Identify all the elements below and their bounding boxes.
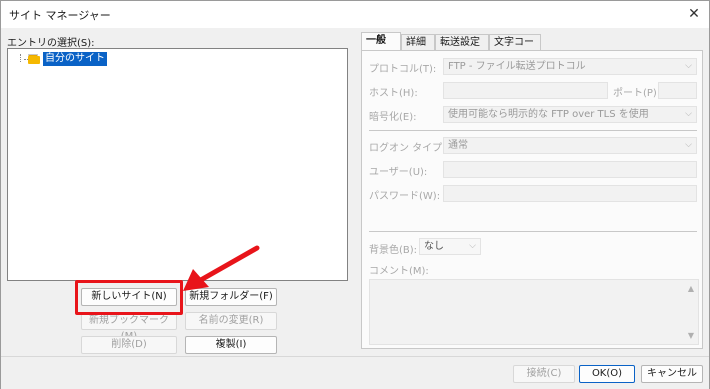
tab-advanced[interactable]: 詳細 <box>401 34 435 51</box>
window-title: サイト マネージャー <box>9 9 111 22</box>
tree-item-my-sites[interactable]: 自分のサイト <box>43 52 107 66</box>
rename-button[interactable]: 名前の変更(R) <box>185 312 277 330</box>
connect-button[interactable]: 接続(C) <box>513 365 575 383</box>
annotation-arrow-icon <box>183 245 260 291</box>
chevron-down-icon: ⌵ <box>685 140 692 150</box>
host-input[interactable] <box>443 82 608 99</box>
user-input[interactable] <box>443 161 697 178</box>
delete-button[interactable]: 削除(D) <box>81 336 177 354</box>
site-manager-window: サイト マネージャー ✕ エントリの選択(S): 自分のサイト 新しいサイト(N… <box>0 0 710 389</box>
port-label: ポート(P): <box>613 88 661 99</box>
comment-textarea[interactable]: ▲ ▼ <box>369 279 699 345</box>
password-label: パスワード(W): <box>369 191 441 202</box>
folder-icon <box>28 54 40 64</box>
tab-general[interactable]: 一般 <box>361 32 401 51</box>
protocol-select[interactable]: FTP - ファイル転送プロトコル ⌵ <box>443 58 697 75</box>
site-tree[interactable]: 自分のサイト <box>7 48 348 281</box>
scroll-up-icon[interactable]: ▲ <box>688 284 694 293</box>
cancel-button[interactable]: キャンセル <box>641 365 703 383</box>
duplicate-button[interactable]: 複製(I) <box>185 336 277 354</box>
host-label: ホスト(H): <box>369 88 418 99</box>
annotation-highlight-box <box>75 280 183 315</box>
password-input[interactable] <box>443 185 697 202</box>
encryption-value: 使用可能なら明示的な FTP over TLS を使用 <box>448 109 649 120</box>
close-icon[interactable]: ✕ <box>683 3 705 25</box>
entry-select-label: エントリの選択(S): <box>7 38 95 49</box>
port-input[interactable] <box>658 82 697 99</box>
chevron-down-icon: ⌵ <box>685 61 692 71</box>
user-label: ユーザー(U): <box>369 167 428 178</box>
general-panel: プロトコル(T): FTP - ファイル転送プロトコル ⌵ ホスト(H): ポー… <box>361 50 703 349</box>
encryption-label: 暗号化(E): <box>369 112 417 123</box>
logon-type-select[interactable]: 通常 ⌵ <box>443 137 697 154</box>
chevron-down-icon: ⌵ <box>469 241 476 251</box>
tree-line <box>20 54 21 62</box>
logon-type-value: 通常 <box>448 140 468 151</box>
title-bar: サイト マネージャー ✕ <box>1 1 709 28</box>
bgcolor-value: なし <box>424 241 444 252</box>
divider <box>369 231 697 232</box>
dialog-footer: 接続(C) OK(O) キャンセル <box>1 357 709 389</box>
bgcolor-select[interactable]: なし ⌵ <box>419 238 481 255</box>
tab-transfer-settings[interactable]: 転送設定 <box>435 34 489 51</box>
protocol-label: プロトコル(T): <box>369 64 437 75</box>
comment-label: コメント(M): <box>369 266 429 277</box>
chevron-down-icon: ⌵ <box>685 109 692 119</box>
tab-charset[interactable]: 文字コード <box>489 34 541 63</box>
encryption-select[interactable]: 使用可能なら明示的な FTP over TLS を使用 ⌵ <box>443 106 697 123</box>
divider <box>369 130 697 131</box>
scroll-down-icon[interactable]: ▼ <box>688 331 694 340</box>
ok-button[interactable]: OK(O) <box>579 365 635 383</box>
protocol-value: FTP - ファイル転送プロトコル <box>448 61 586 72</box>
bgcolor-label: 背景色(B): <box>369 245 418 256</box>
